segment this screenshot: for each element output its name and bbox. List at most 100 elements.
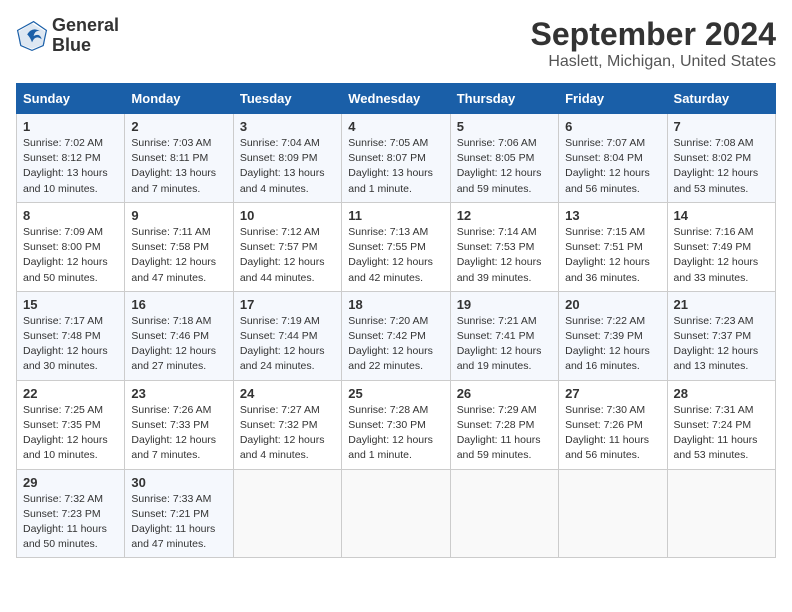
day-detail: Sunrise: 7:22 AM Sunset: 7:39 PM Dayligh… [565, 314, 660, 375]
calendar-cell [233, 469, 341, 558]
calendar-cell: 18Sunrise: 7:20 AM Sunset: 7:42 PM Dayli… [342, 291, 450, 380]
calendar-cell: 23 Sunrise: 7:26 AM Sunset: 7:33 PM Dayli… [125, 380, 233, 469]
day-detail: Sunrise: 7:32 AM Sunset: 7:23 PM Dayligh… [23, 492, 118, 553]
day-detail: Sunrise: 7:29 AM Sunset: 7:28 PM Dayligh… [457, 403, 552, 464]
calendar-cell: 28 Sunrise: 7:31 AM Sunset: 7:24 PM Dayli… [667, 380, 775, 469]
day-number: 19 [457, 297, 552, 312]
logo-text: General Blue [52, 16, 119, 56]
calendar-cell: 14 Sunrise: 7:16 AM Sunset: 7:49 PM Dayli… [667, 202, 775, 291]
header-saturday: Saturday [667, 84, 775, 114]
calendar-cell: 22 Sunrise: 7:25 AM Sunset: 7:35 PM Dayli… [17, 380, 125, 469]
day-number: 14 [674, 208, 769, 223]
calendar-cell: 12 Sunrise: 7:14 AM Sunset: 7:53 PM Dayli… [450, 202, 558, 291]
day-number: 18 [348, 297, 443, 312]
day-number: 2 [131, 119, 226, 134]
day-detail: Sunrise: 7:25 AM Sunset: 7:35 PM Dayligh… [23, 403, 118, 464]
day-detail: Sunrise: 7:26 AM Sunset: 7:33 PM Dayligh… [131, 403, 226, 464]
calendar-header-row: SundayMondayTuesdayWednesdayThursdayFrid… [17, 84, 776, 114]
calendar-cell [450, 469, 558, 558]
calendar-title: September 2024 [531, 16, 776, 53]
day-detail: Sunrise: 7:03 AM Sunset: 8:11 PM Dayligh… [131, 136, 226, 197]
day-number: 21 [674, 297, 769, 312]
logo-icon [16, 20, 48, 52]
day-number: 3 [240, 119, 335, 134]
day-number: 12 [457, 208, 552, 223]
calendar-cell: 20 Sunrise: 7:22 AM Sunset: 7:39 PM Dayli… [559, 291, 667, 380]
calendar-cell [342, 469, 450, 558]
day-detail: Sunrise: 7:14 AM Sunset: 7:53 PM Dayligh… [457, 225, 552, 286]
calendar-cell: 29 Sunrise: 7:32 AM Sunset: 7:23 PM Dayli… [17, 469, 125, 558]
day-number: 11 [348, 208, 443, 223]
day-number: 1 [23, 119, 118, 134]
day-number: 24 [240, 386, 335, 401]
day-number: 15 [23, 297, 118, 312]
calendar-cell: 4 Sunrise: 7:05 AM Sunset: 8:07 PM Daylig… [342, 114, 450, 203]
day-number: 23 [131, 386, 226, 401]
day-detail: Sunrise: 7:08 AM Sunset: 8:02 PM Dayligh… [674, 136, 769, 197]
calendar-cell: 16Sunrise: 7:18 AM Sunset: 7:46 PM Dayli… [125, 291, 233, 380]
logo: General Blue [16, 16, 119, 56]
calendar-cell [559, 469, 667, 558]
calendar-cell: 8 Sunrise: 7:09 AM Sunset: 8:00 PM Daylig… [17, 202, 125, 291]
day-detail: Sunrise: 7:05 AM Sunset: 8:07 PM Dayligh… [348, 136, 443, 197]
day-number: 27 [565, 386, 660, 401]
day-number: 4 [348, 119, 443, 134]
day-detail: Sunrise: 7:12 AM Sunset: 7:57 PM Dayligh… [240, 225, 335, 286]
calendar-cell: 24 Sunrise: 7:27 AM Sunset: 7:32 PM Dayli… [233, 380, 341, 469]
day-detail: Sunrise: 7:18 AM Sunset: 7:46 PM Dayligh… [131, 314, 226, 375]
calendar-cell: 26 Sunrise: 7:29 AM Sunset: 7:28 PM Dayli… [450, 380, 558, 469]
day-number: 9 [131, 208, 226, 223]
calendar-table: SundayMondayTuesdayWednesdayThursdayFrid… [16, 83, 776, 558]
day-detail: Sunrise: 7:17 AM Sunset: 7:48 PM Dayligh… [23, 314, 118, 375]
calendar-cell: 3 Sunrise: 7:04 AM Sunset: 8:09 PM Daylig… [233, 114, 341, 203]
day-number: 5 [457, 119, 552, 134]
page-header: General Blue September 2024 Haslett, Mic… [16, 16, 776, 71]
calendar-cell: 30 Sunrise: 7:33 AM Sunset: 7:21 PM Dayli… [125, 469, 233, 558]
day-detail: Sunrise: 7:19 AM Sunset: 7:44 PM Dayligh… [240, 314, 335, 375]
day-number: 17 [240, 297, 335, 312]
calendar-cell: 11Sunrise: 7:13 AM Sunset: 7:55 PM Dayli… [342, 202, 450, 291]
day-number: 25 [348, 386, 443, 401]
header-tuesday: Tuesday [233, 84, 341, 114]
day-detail: Sunrise: 7:33 AM Sunset: 7:21 PM Dayligh… [131, 492, 226, 553]
calendar-cell [667, 469, 775, 558]
day-number: 20 [565, 297, 660, 312]
calendar-cell: 7 Sunrise: 7:08 AM Sunset: 8:02 PM Daylig… [667, 114, 775, 203]
day-number: 6 [565, 119, 660, 134]
header-friday: Friday [559, 84, 667, 114]
title-block: September 2024 Haslett, Michigan, United… [531, 16, 776, 71]
day-detail: Sunrise: 7:02 AM Sunset: 8:12 PM Dayligh… [23, 136, 118, 197]
day-number: 22 [23, 386, 118, 401]
day-number: 29 [23, 475, 118, 490]
day-detail: Sunrise: 7:09 AM Sunset: 8:00 PM Dayligh… [23, 225, 118, 286]
day-detail: Sunrise: 7:31 AM Sunset: 7:24 PM Dayligh… [674, 403, 769, 464]
day-number: 30 [131, 475, 226, 490]
header-wednesday: Wednesday [342, 84, 450, 114]
header-monday: Monday [125, 84, 233, 114]
calendar-week-row: 22 Sunrise: 7:25 AM Sunset: 7:35 PM Dayli… [17, 380, 776, 469]
calendar-subtitle: Haslett, Michigan, United States [531, 53, 776, 71]
calendar-cell: 10 Sunrise: 7:12 AM Sunset: 7:57 PM Dayli… [233, 202, 341, 291]
day-detail: Sunrise: 7:23 AM Sunset: 7:37 PM Dayligh… [674, 314, 769, 375]
day-number: 10 [240, 208, 335, 223]
calendar-cell: 1 Sunrise: 7:02 AM Sunset: 8:12 PM Daylig… [17, 114, 125, 203]
calendar-cell: 15 Sunrise: 7:17 AM Sunset: 7:48 PM Dayli… [17, 291, 125, 380]
day-detail: Sunrise: 7:06 AM Sunset: 8:05 PM Dayligh… [457, 136, 552, 197]
day-detail: Sunrise: 7:27 AM Sunset: 7:32 PM Dayligh… [240, 403, 335, 464]
day-detail: Sunrise: 7:21 AM Sunset: 7:41 PM Dayligh… [457, 314, 552, 375]
day-detail: Sunrise: 7:16 AM Sunset: 7:49 PM Dayligh… [674, 225, 769, 286]
header-thursday: Thursday [450, 84, 558, 114]
day-number: 28 [674, 386, 769, 401]
day-number: 8 [23, 208, 118, 223]
calendar-cell: 27 Sunrise: 7:30 AM Sunset: 7:26 PM Dayli… [559, 380, 667, 469]
day-number: 7 [674, 119, 769, 134]
day-detail: Sunrise: 7:04 AM Sunset: 8:09 PM Dayligh… [240, 136, 335, 197]
calendar-week-row: 1 Sunrise: 7:02 AM Sunset: 8:12 PM Daylig… [17, 114, 776, 203]
day-number: 26 [457, 386, 552, 401]
calendar-cell: 9 Sunrise: 7:11 AM Sunset: 7:58 PM Daylig… [125, 202, 233, 291]
calendar-week-row: 15 Sunrise: 7:17 AM Sunset: 7:48 PM Dayli… [17, 291, 776, 380]
calendar-cell: 25Sunrise: 7:28 AM Sunset: 7:30 PM Dayli… [342, 380, 450, 469]
calendar-cell: 21 Sunrise: 7:23 AM Sunset: 7:37 PM Dayli… [667, 291, 775, 380]
day-detail: Sunrise: 7:11 AM Sunset: 7:58 PM Dayligh… [131, 225, 226, 286]
day-detail: Sunrise: 7:30 AM Sunset: 7:26 PM Dayligh… [565, 403, 660, 464]
